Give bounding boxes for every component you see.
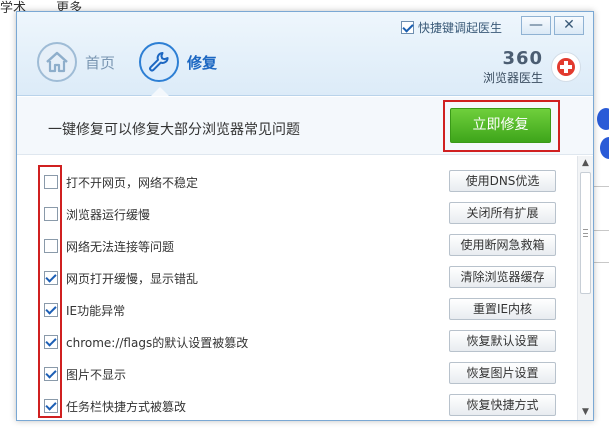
issue-action-button[interactable]: 清除浏览器缓存: [449, 266, 556, 288]
issue-label: chrome://flags的默认设置被篡改: [66, 336, 249, 350]
issue-action-button[interactable]: 恢复快捷方式: [449, 394, 556, 416]
background-divider: [594, 230, 609, 231]
wrench-icon: [139, 42, 179, 82]
issue-label: 图片不显示: [66, 368, 127, 382]
issue-row: 任务栏快捷方式被篡改 恢复快捷方式: [17, 391, 577, 420]
issue-row: 浏览器运行缓慢 关闭所有扩展: [17, 199, 577, 231]
shortcut-checkbox[interactable]: [401, 21, 414, 34]
issue-row: 图片不显示 恢复图片设置: [17, 359, 577, 391]
issue-label: 任务栏快捷方式被篡改: [66, 400, 187, 414]
scroll-thumb[interactable]: [580, 172, 591, 294]
issue-row: chrome://flags的默认设置被篡改 恢复默认设置: [17, 327, 577, 359]
scroll-down-arrow-icon[interactable]: ▼: [578, 405, 593, 419]
issue-label: 网络无法连接等问题: [66, 240, 175, 254]
fix-now-button[interactable]: 立即修复: [450, 108, 551, 143]
active-tab-pointer: [151, 87, 169, 96]
medical-cross-icon: [551, 52, 581, 82]
brand-number: 360: [502, 48, 544, 69]
issue-label: 浏览器运行缓慢: [66, 208, 151, 222]
issue-action-button[interactable]: 恢复图片设置: [449, 362, 556, 384]
close-button[interactable]: ✕: [554, 16, 584, 35]
page: 学术 更多 快捷键调起医生 — ✕ 首页 修复 360 浏览器医生 一键修复可以…: [0, 0, 609, 437]
issue-label: 网页打开缓慢，显示错乱: [66, 272, 199, 286]
home-icon: [37, 42, 77, 82]
grip-icon: [583, 229, 588, 237]
dialog-header: 快捷键调起医生 — ✕ 首页 修复 360 浏览器医生: [17, 12, 593, 96]
scrollbar[interactable]: ▲ ▼: [577, 156, 593, 420]
issue-label: IE功能异常: [66, 304, 126, 318]
tab-repair-label: 修复: [187, 53, 218, 72]
shortcut-toggle[interactable]: 快捷键调起医生: [401, 19, 502, 36]
issue-label: 打不开网页，网络不稳定: [66, 176, 199, 190]
background-blue-shape: [597, 108, 609, 130]
issue-action-button[interactable]: 重置IE内核: [449, 298, 556, 320]
tab-home[interactable]: 首页: [37, 42, 115, 82]
browser-doctor-dialog: 快捷键调起医生 — ✕ 首页 修复 360 浏览器医生 一键修复可以修复大部分浏…: [16, 11, 594, 421]
info-text: 一键修复可以修复大部分浏览器常见问题: [48, 122, 300, 138]
checkbox-column-highlight: [38, 165, 62, 418]
issue-action-button[interactable]: 恢复默认设置: [449, 330, 556, 352]
issue-row: 网络无法连接等问题 使用断网急救箱: [17, 231, 577, 263]
background-divider: [594, 262, 609, 263]
issue-row: 打不开网页，网络不稳定 使用DNS优选: [17, 167, 577, 199]
issue-action-button[interactable]: 使用断网急救箱: [449, 234, 556, 256]
issue-row: 网页打开缓慢，显示错乱 清除浏览器缓存: [17, 263, 577, 295]
issue-action-button[interactable]: 使用DNS优选: [449, 170, 556, 192]
scroll-up-arrow-icon[interactable]: ▲: [578, 156, 593, 170]
issue-list: 打不开网页，网络不稳定 使用DNS优选浏览器运行缓慢 关闭所有扩展网络无法连接等问题…: [17, 156, 577, 420]
issue-row: IE功能异常 重置IE内核: [17, 295, 577, 327]
tab-home-label: 首页: [85, 53, 116, 72]
brand: 360 浏览器医生: [483, 48, 543, 86]
issue-action-button[interactable]: 关闭所有扩展: [449, 202, 556, 224]
tab-repair[interactable]: 修复: [139, 42, 217, 82]
background-blue-shape: [600, 137, 609, 159]
brand-name: 浏览器医生: [483, 71, 544, 85]
background-divider: [594, 186, 609, 187]
shortcut-label: 快捷键调起医生: [418, 21, 503, 35]
minimize-button[interactable]: —: [521, 16, 551, 35]
